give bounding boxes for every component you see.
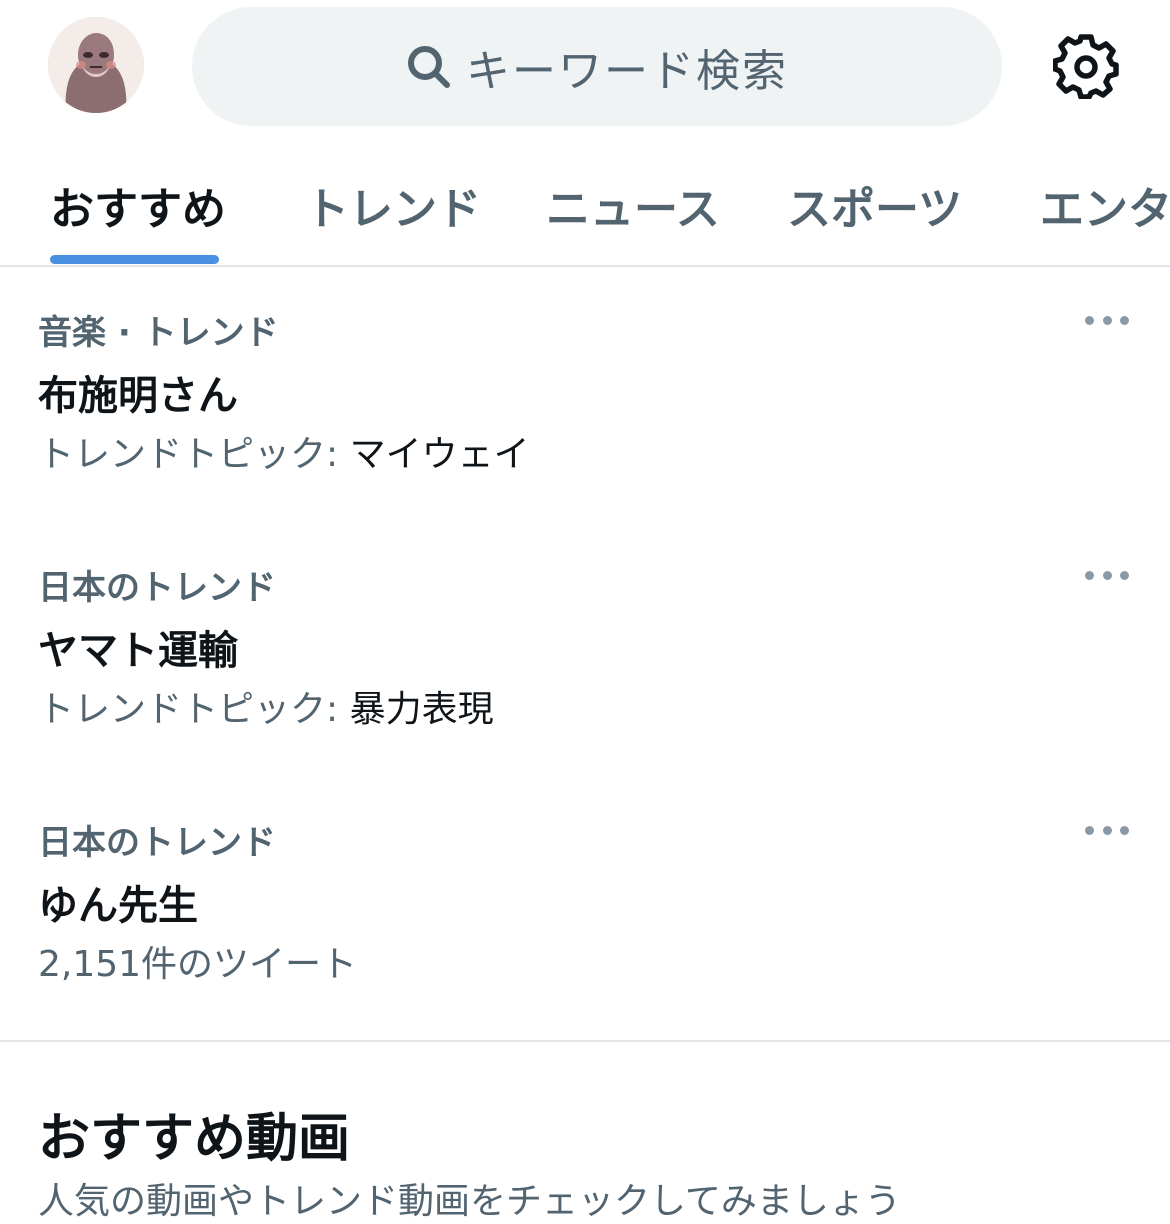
trend-item[interactable]: 音楽 · トレンド 布施明さん トレンドトピック: マイウェイ bbox=[0, 305, 1170, 560]
trend-title: ヤマト運輸 bbox=[38, 628, 238, 674]
trend-item[interactable]: 日本のトレンド ヤマト運輸 トレンドトピック: 暴力表現 bbox=[0, 560, 1170, 815]
trend-subtitle-prefix: トレンドトピック: bbox=[38, 434, 350, 475]
trend-title: 布施明さん bbox=[38, 373, 238, 419]
trend-subtitle: 2,151件のツイート bbox=[38, 935, 357, 987]
trend-item[interactable]: 日本のトレンド ゆん先生 2,151件のツイート bbox=[0, 815, 1170, 1070]
videos-section-title: おすすめ動画 bbox=[38, 1109, 351, 1169]
explore-tabs: おすすめ トレンド ニュース スポーツ エンタ bbox=[0, 135, 1170, 267]
videos-section-subtitle: 人気の動画やトレンド動画をチェックしてみましょう bbox=[38, 1181, 901, 1222]
top-bar: キーワード検索 bbox=[0, 0, 1170, 135]
tab-recommended[interactable]: おすすめ bbox=[50, 173, 226, 237]
section-divider bbox=[0, 1040, 1170, 1042]
tab-entertainment[interactable]: エンタ bbox=[1040, 173, 1170, 237]
more-horizontal-icon[interactable] bbox=[1085, 313, 1129, 327]
search-placeholder: キーワード検索 bbox=[466, 45, 788, 97]
tab-sports[interactable]: スポーツ bbox=[787, 173, 962, 237]
more-horizontal-icon[interactable] bbox=[1085, 823, 1129, 837]
gorilla-avatar-icon bbox=[48, 17, 144, 113]
trend-title: ゆん先生 bbox=[38, 883, 198, 929]
trend-context: 日本のトレンド bbox=[38, 568, 276, 608]
search-bar[interactable]: キーワード検索 bbox=[192, 7, 1002, 126]
active-tab-indicator bbox=[50, 255, 219, 264]
trend-topic: 暴力表現 bbox=[349, 689, 494, 730]
tab-news[interactable]: ニュース bbox=[546, 173, 720, 237]
trend-tweet-count: 2,151件のツイート bbox=[38, 944, 358, 985]
trend-topic: マイウェイ bbox=[349, 434, 530, 475]
search-icon bbox=[406, 44, 452, 90]
more-horizontal-icon[interactable] bbox=[1085, 568, 1129, 582]
trend-subtitle: トレンドトピック: マイウェイ bbox=[38, 425, 530, 477]
trend-context: 日本のトレンド bbox=[38, 823, 276, 863]
profile-avatar[interactable] bbox=[48, 17, 144, 113]
tab-trends[interactable]: トレンド bbox=[305, 173, 481, 237]
trend-context: 音楽 · トレンド bbox=[38, 313, 279, 353]
trend-subtitle-prefix: トレンドトピック: bbox=[38, 689, 350, 730]
trend-subtitle: トレンドトピック: 暴力表現 bbox=[38, 680, 494, 732]
gear-icon[interactable] bbox=[1052, 33, 1119, 100]
